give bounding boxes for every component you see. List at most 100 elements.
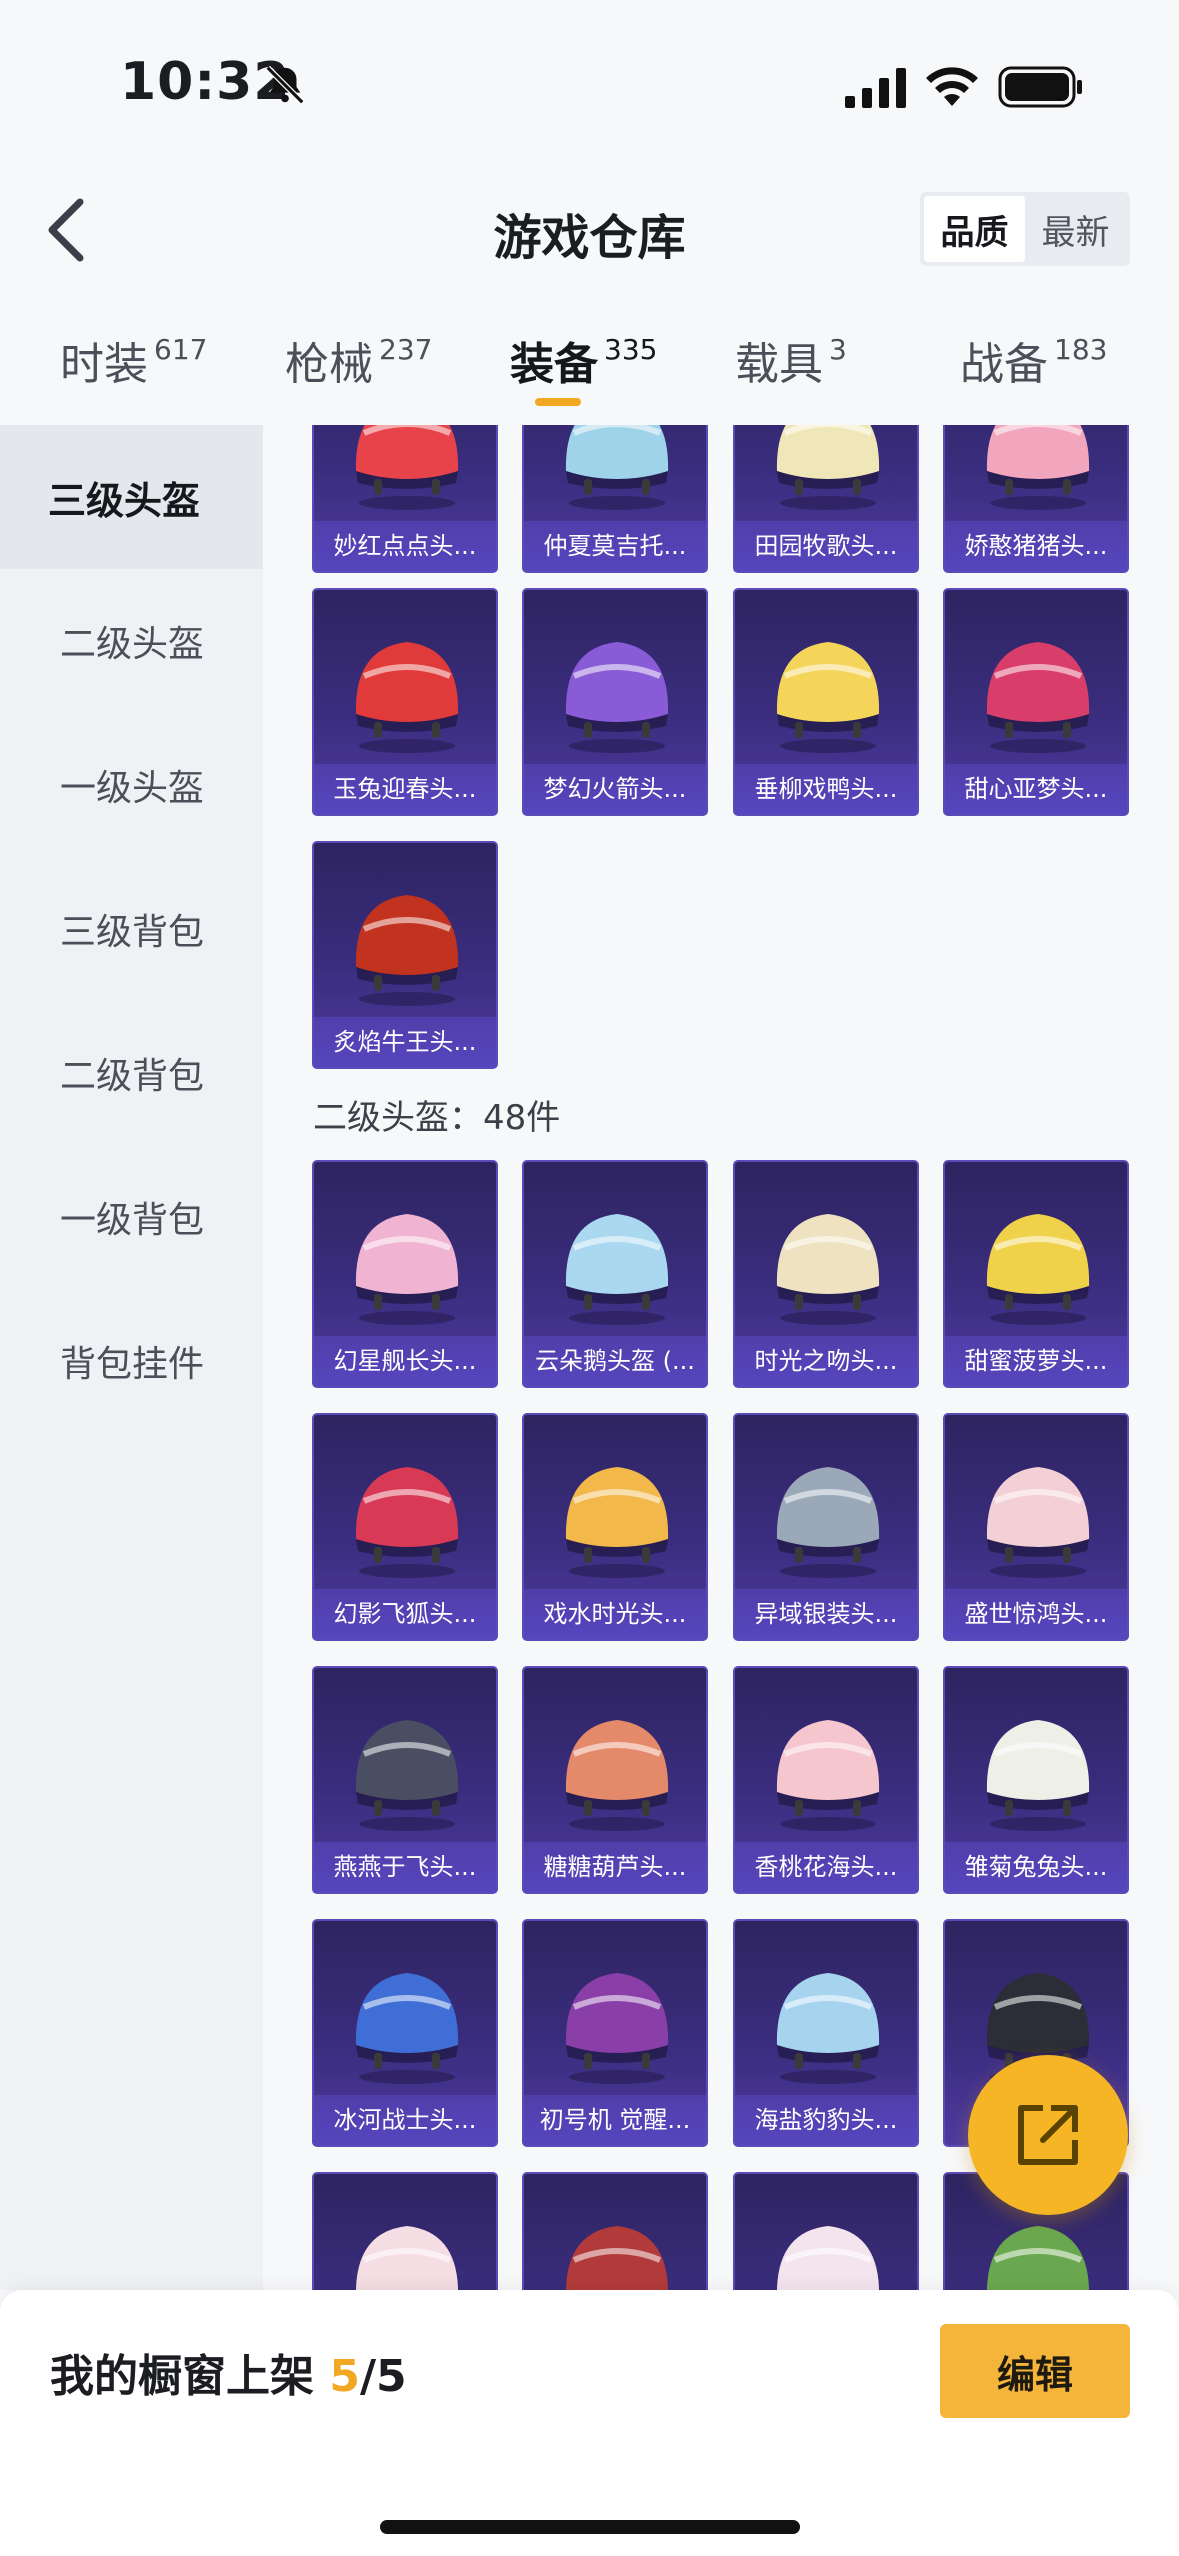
showcase-count-current: 5: [329, 2351, 360, 2402]
tab-label: 枪械: [285, 339, 373, 390]
item-card-label: 幻影飞狐头...: [314, 1589, 496, 1639]
item-card-label: 戏水时光头...: [524, 1589, 706, 1639]
sort-option-newest[interactable]: 最新: [1025, 196, 1126, 262]
tab-equipment[interactable]: 装备 335: [510, 328, 657, 408]
item-card[interactable]: 冰河战士头...: [312, 1919, 498, 2147]
sidebar-item-level2-helmet[interactable]: 二级头盔: [0, 569, 263, 713]
helmet-icon: [986, 1214, 1090, 1325]
item-card[interactable]: [733, 2172, 919, 2290]
tab-count: 183: [1054, 333, 1108, 366]
item-card[interactable]: 糖糖葫芦头...: [522, 1666, 708, 1894]
item-card-label: 垂柳戏鸭头...: [735, 764, 917, 814]
item-grid: 二级头盔：48件 妙红点点头... 仲夏莫吉托... 田园牧歌头... 娇憨猪猪头..…: [263, 425, 1179, 2290]
helmet-icon: [565, 425, 669, 510]
item-card[interactable]: 甜蜜菠萝头...: [943, 1160, 1129, 1388]
bell-muted-icon: [265, 65, 305, 105]
item-card[interactable]: 初号机 觉醒...: [522, 1919, 708, 2147]
sidebar-item-backpack-charm[interactable]: 背包挂件: [0, 1289, 263, 1433]
helmet-icon: [986, 1720, 1090, 1831]
item-card[interactable]: 娇憨猪猪头...: [943, 425, 1129, 573]
helmet-icon: [986, 1467, 1090, 1578]
item-card-label: 异域银装头...: [735, 1589, 917, 1639]
item-card[interactable]: 田园牧歌头...: [733, 425, 919, 573]
item-card[interactable]: 香桃花海头...: [733, 1666, 919, 1894]
item-card[interactable]: 戏水时光头...: [522, 1413, 708, 1641]
item-card-label: 炙焰牛王头...: [314, 1017, 496, 1067]
item-card[interactable]: 梦幻火箭头...: [522, 588, 708, 816]
helmet-icon: [776, 642, 880, 753]
helmet-icon: [776, 1467, 880, 1578]
item-card[interactable]: [312, 2172, 498, 2290]
helmet-icon: [356, 2226, 458, 2290]
tab-vehicles[interactable]: 载具 3: [735, 328, 847, 408]
helmet-icon: [776, 1214, 880, 1325]
helmet-icon: [565, 1467, 669, 1578]
item-card[interactable]: 幻星舰长头...: [312, 1160, 498, 1388]
helmet-icon: [565, 1720, 669, 1831]
item-card-label: 云朵鹅头盔 (...: [524, 1336, 706, 1386]
sidebar-item-level1-helmet[interactable]: 一级头盔: [0, 713, 263, 857]
helmet-icon: [355, 1467, 459, 1578]
sidebar-item-level3-helmet[interactable]: 三级头盔: [0, 425, 263, 569]
home-indicator: [380, 2520, 800, 2534]
helmet-icon: [776, 1720, 880, 1831]
item-card[interactable]: 海盐豹豹头...: [733, 1919, 919, 2147]
item-card-label: 雏菊兔兔头...: [945, 1842, 1127, 1892]
item-card[interactable]: 雏菊兔兔头...: [943, 1666, 1129, 1894]
helmet-icon: [986, 642, 1090, 753]
item-card-label: 娇憨猪猪头...: [945, 521, 1127, 571]
sort-option-quality[interactable]: 品质: [924, 196, 1025, 262]
helmet-icon: [986, 425, 1090, 510]
item-card[interactable]: 仲夏莫吉托...: [522, 425, 708, 573]
helmet-icon: [355, 425, 459, 510]
item-card[interactable]: 玉兔迎春头...: [312, 588, 498, 816]
edit-button[interactable]: 编辑: [940, 2324, 1130, 2418]
helmet-icon: [355, 642, 459, 753]
helmet-icon: [776, 425, 880, 510]
tab-firearms[interactable]: 枪械 237: [285, 328, 432, 408]
helmet-icon: [987, 2226, 1089, 2290]
item-card-label: 妙红点点头...: [314, 521, 496, 571]
tab-label: 战备: [960, 339, 1048, 390]
section-heading-level2-helmet: 二级头盔：48件: [313, 1098, 561, 1138]
tab-label: 装备: [510, 339, 598, 390]
sidebar-item-level1-backpack[interactable]: 一级背包: [0, 1145, 263, 1289]
item-card[interactable]: 时光之吻头...: [733, 1160, 919, 1388]
wifi-icon: [926, 67, 978, 106]
item-card[interactable]: 甜心亚梦头...: [943, 588, 1129, 816]
item-card[interactable]: [522, 2172, 708, 2290]
sidebar-item-level2-backpack[interactable]: 二级背包: [0, 1001, 263, 1145]
status-bar: 10:32: [0, 0, 1179, 170]
sidebar-item-level3-backpack[interactable]: 三级背包: [0, 857, 263, 1001]
battery-icon: [998, 66, 1082, 108]
item-card-label: 幻星舰长头...: [314, 1336, 496, 1386]
item-card-label: 仲夏莫吉托...: [524, 521, 706, 571]
item-card-label: 甜心亚梦头...: [945, 764, 1127, 814]
item-card-label: 海盐豹豹头...: [735, 2095, 917, 2145]
item-card-label: 香桃花海头...: [735, 1842, 917, 1892]
tab-fashion[interactable]: 时装 617: [60, 328, 207, 408]
item-card-label: 梦幻火箭头...: [524, 764, 706, 814]
item-card-label: 时光之吻头...: [735, 1336, 917, 1386]
share-button[interactable]: [968, 2055, 1128, 2215]
item-card[interactable]: 幻影飞狐头...: [312, 1413, 498, 1641]
item-card[interactable]: 炙焰牛王头...: [312, 841, 498, 1069]
item-card-label: 田园牧歌头...: [735, 521, 917, 571]
item-card-label: 盛世惊鸿头...: [945, 1589, 1127, 1639]
item-card[interactable]: 妙红点点头...: [312, 425, 498, 573]
sort-toggle: 品质 最新: [920, 192, 1130, 266]
item-card[interactable]: 盛世惊鸿头...: [943, 1413, 1129, 1641]
helmet-icon: [355, 895, 459, 1006]
tab-combat-supplies[interactable]: 战备 183: [960, 328, 1107, 408]
item-card[interactable]: 云朵鹅头盔 (...: [522, 1160, 708, 1388]
showcase-status: 我的橱窗上架 5/5: [50, 2340, 407, 2404]
item-card[interactable]: 燕燕于飞头...: [312, 1666, 498, 1894]
item-card-label: 燕燕于飞头...: [314, 1842, 496, 1892]
item-card[interactable]: 异域银装头...: [733, 1413, 919, 1641]
tab-count: 237: [379, 333, 433, 366]
active-tab-indicator: [535, 398, 581, 406]
item-card[interactable]: 垂柳戏鸭头...: [733, 588, 919, 816]
helmet-icon: [776, 1973, 880, 2084]
tab-count: 3: [829, 333, 847, 366]
item-card-label: 甜蜜菠萝头...: [945, 1336, 1127, 1386]
